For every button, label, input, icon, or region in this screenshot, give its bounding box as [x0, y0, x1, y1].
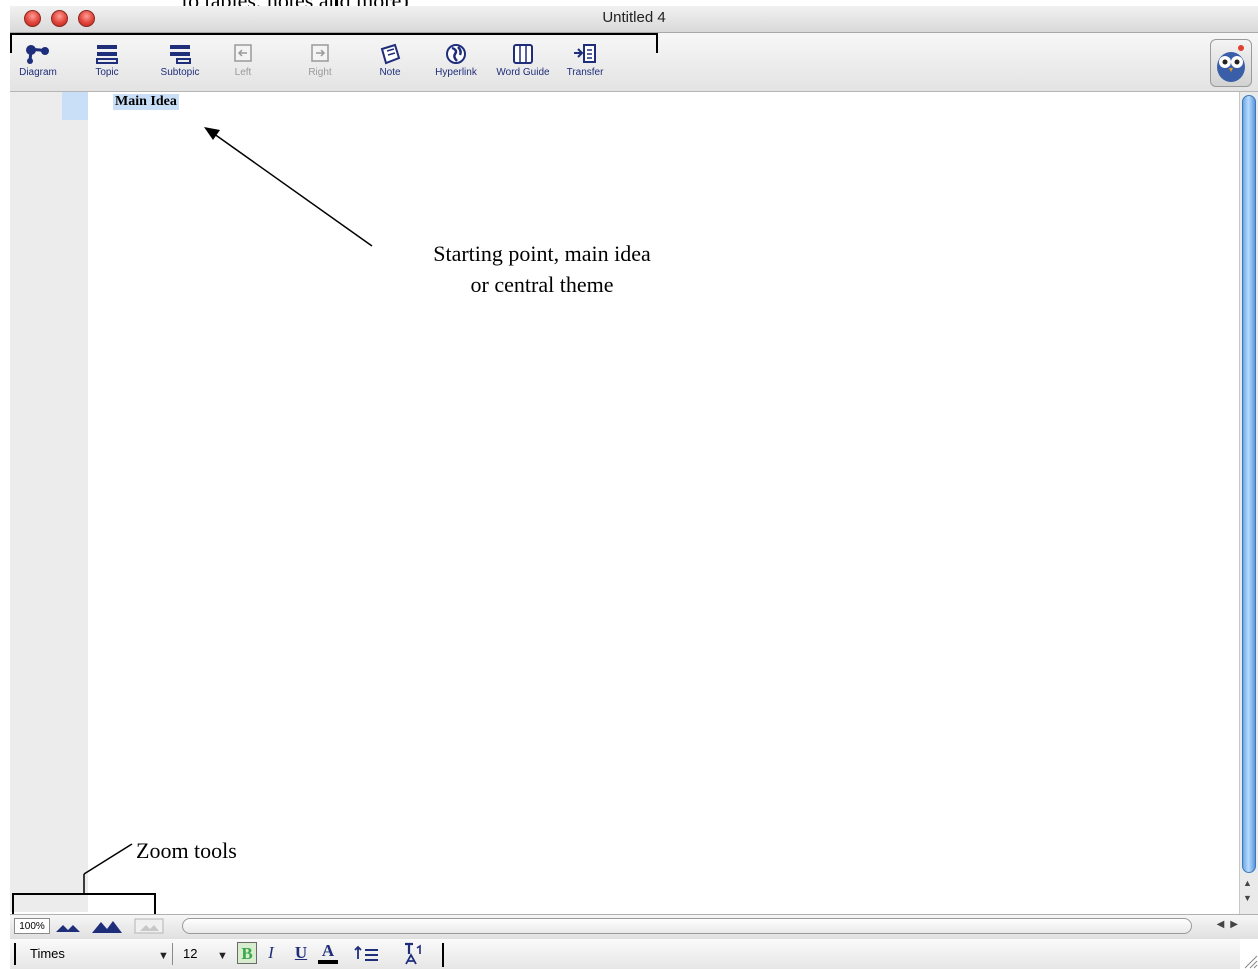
underline-button[interactable]: U: [291, 942, 311, 964]
line-spacing-icon[interactable]: [354, 945, 380, 963]
font-family-value: Times: [30, 946, 65, 961]
chevron-down-icon: ▼: [158, 950, 169, 962]
annotation-main-idea-line1: Starting point, main idea: [433, 241, 651, 266]
zoom-level-field[interactable]: 100%: [14, 918, 50, 934]
text-style-icon[interactable]: [400, 942, 426, 966]
scroll-up-arrow[interactable]: ▲: [1243, 878, 1252, 888]
text-color-button[interactable]: A: [318, 942, 338, 964]
bold-button[interactable]: B: [237, 942, 257, 964]
vertical-scroll-thumb[interactable]: [1242, 95, 1256, 873]
vertical-scrollbar[interactable]: ▲ ▼: [1239, 92, 1258, 914]
text-color-icon: A: [321, 941, 335, 960]
bottom-bar: 100% ◀▶: [10, 914, 1258, 939]
font-size-value: 12: [183, 946, 198, 961]
font-family-select[interactable]: Times ▼: [14, 943, 172, 965]
annotation-zoom: Zoom tools: [136, 838, 237, 863]
zoom-fit-icon[interactable]: [134, 918, 164, 934]
zoom-out-icon[interactable]: [54, 918, 84, 934]
annotation-main-idea-line2: or central theme: [470, 272, 614, 297]
zoom-in-icon[interactable]: [90, 918, 124, 934]
scroll-down-arrow[interactable]: ▼: [1243, 893, 1252, 903]
underline-icon: U: [294, 943, 308, 962]
chevron-down-icon: ▼: [217, 950, 228, 962]
zoom-annotation-line: [83, 843, 133, 875]
annotation-zoom-bracket: [12, 893, 156, 915]
resize-grip-icon[interactable]: [1240, 951, 1258, 969]
horizontal-scrollbar[interactable]: [182, 918, 1192, 934]
horizontal-scroll-arrows[interactable]: ◀▶: [1217, 919, 1244, 930]
annotation-format-bracket-end: [442, 943, 444, 967]
font-size-select[interactable]: 12 ▼: [172, 943, 230, 965]
annotation-arrow: [83, 127, 373, 894]
annotation-arrow-line: [209, 130, 373, 247]
annotation-main-idea: Starting point, main idea or central the…: [386, 238, 698, 300]
format-bar: Times ▼ 12 ▼ B I U A: [10, 939, 1240, 969]
italic-icon: I: [268, 943, 274, 962]
bold-icon: B: [241, 944, 253, 963]
italic-button[interactable]: I: [261, 942, 281, 964]
annotation-arrowhead: [204, 127, 220, 140]
